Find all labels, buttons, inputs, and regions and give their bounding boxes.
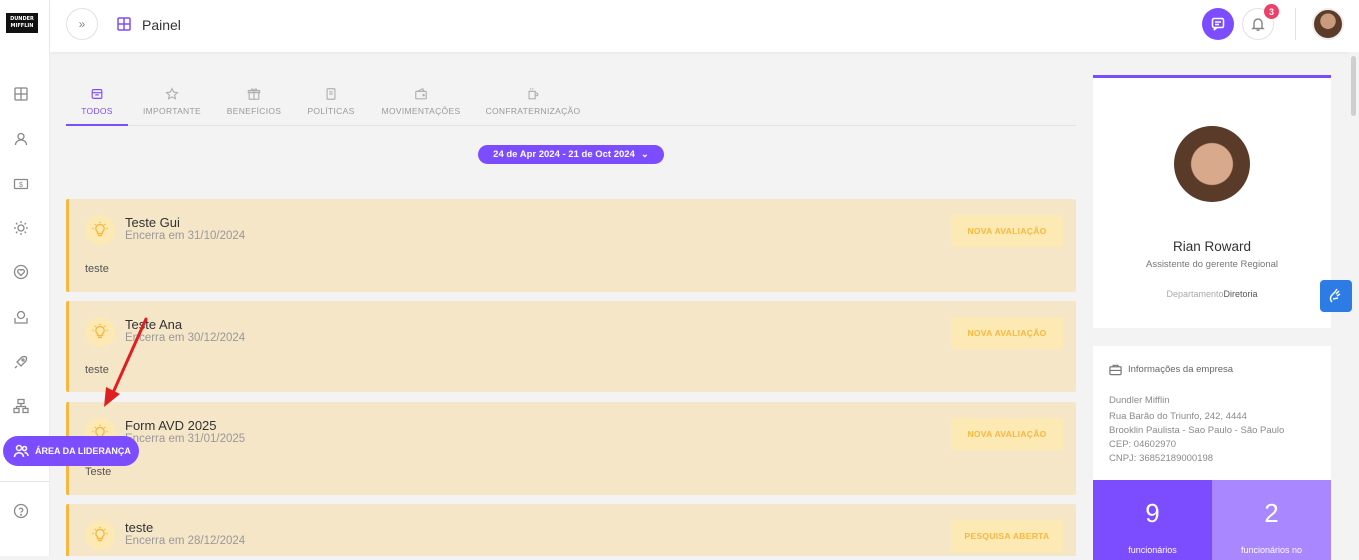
heart-icon[interactable] (12, 263, 30, 281)
tab-confraternizacao[interactable]: CONFRATERNIZAÇÃO (485, 84, 581, 126)
tab-movimentacoes[interactable]: MOVIMENTAÇÕES (382, 84, 460, 126)
sidebar: DUNDER MIFFLIN $ (0, 0, 50, 556)
feed-card[interactable]: Teste Ana Encerra em 30/12/2024 teste NO… (66, 301, 1076, 392)
leadership-area-label: ÁREA DA LIDERANÇA (35, 446, 131, 456)
stat-number: 2 (1264, 498, 1279, 528)
lightbulb-icon (85, 215, 115, 245)
profile-department: DepartamentoDiretoria (1093, 289, 1331, 299)
scrollbar-thumb[interactable] (1351, 56, 1356, 116)
rocket-icon[interactable] (12, 353, 30, 371)
expand-sidebar-button[interactable]: » (66, 8, 98, 40)
company-address: Rua Barão do Triunfo, 242, 4444 (1109, 411, 1247, 422)
company-cnpj: CNPJ: 36852189000198 (1109, 453, 1214, 464)
svg-text:$: $ (19, 182, 23, 189)
stat-label: funcionários (1128, 545, 1177, 555)
tab-label: BENEFÍCIOS (226, 106, 282, 116)
money-icon[interactable]: $ (12, 175, 30, 193)
card-title: Teste Gui (125, 215, 180, 230)
card-action-button[interactable]: NOVA AVALIAÇÃO (951, 215, 1063, 247)
user-avatar[interactable] (1312, 8, 1344, 40)
stat-label: funcionários no (1240, 545, 1303, 555)
people-icon (13, 444, 29, 458)
card-title: teste (125, 520, 154, 535)
feed-card[interactable]: Form AVD 2025 Encerra em 31/01/2025 Test… (66, 402, 1076, 495)
card-description: Teste (85, 466, 112, 478)
bell-icon (1251, 18, 1265, 32)
page-title: Painel (142, 17, 181, 33)
double-chevron-icon: » (78, 17, 86, 31)
card-action-button[interactable]: NOVA AVALIAÇÃO (951, 418, 1063, 450)
card-action-button[interactable]: NOVA AVALIAÇÃO (951, 317, 1063, 349)
card-deadline: Encerra em 31/01/2025 (125, 433, 246, 445)
top-bar-divider (1295, 8, 1296, 40)
card-action-button[interactable]: PESQUISA ABERTA (951, 520, 1063, 552)
notification-count-badge: 3 (1264, 4, 1279, 19)
profile-card: Rian Roward Assistente do gerente Region… (1093, 75, 1331, 328)
profile-name: Rian Roward (1172, 239, 1252, 254)
card-title: Teste Ana (125, 317, 183, 332)
company-info-title: Informações da empresa (1128, 364, 1234, 375)
tab-label: CONFRATERNIZAÇÃO (485, 106, 581, 116)
sidebar-divider (0, 481, 50, 482)
sign-language-icon (1329, 288, 1341, 303)
company-city: Brooklin Paulista - Sao Paulo - São Paul… (1109, 425, 1285, 436)
card-deadline: Encerra em 31/10/2024 (125, 230, 246, 242)
category-tabs: TODOS IMPORTANTE BENEFÍCIOS POLÍTICAS MO… (66, 84, 1076, 126)
tab-label: POLÍTICAS (307, 106, 355, 116)
user-icon[interactable] (12, 130, 30, 148)
feed-card[interactable]: Teste Gui Encerra em 31/10/2024 teste NO… (66, 199, 1076, 292)
dashboard-icon (116, 16, 132, 32)
document-icon (326, 88, 336, 100)
stat-number: 9 (1145, 498, 1160, 528)
dashboard-icon[interactable] (12, 85, 30, 103)
org-chart-icon[interactable] (12, 397, 30, 415)
employee-count-stat[interactable]: 9 funcionários (1093, 480, 1212, 560)
card-description: teste (85, 364, 109, 376)
inbox-icon (91, 89, 103, 99)
tab-todos[interactable]: TODOS (66, 84, 128, 126)
tab-label: MOVIMENTAÇÕES (381, 106, 461, 116)
card-deadline: Encerra em 30/12/2024 (125, 332, 246, 344)
card-title: Form AVD 2025 (125, 418, 217, 433)
card-description: teste (85, 263, 109, 275)
leadership-area-button[interactable]: ÁREA DA LIDERANÇA (3, 436, 139, 466)
briefcase-icon (1109, 364, 1122, 376)
profile-role: Assistente do gerente Regional (1145, 259, 1279, 270)
date-range-label: 24 de Apr 2024 - 21 de Oct 2024 (493, 149, 635, 160)
lightbulb-icon (85, 520, 115, 550)
card-deadline: Encerra em 28/12/2024 (125, 535, 246, 547)
profile-photo (1174, 126, 1250, 202)
tab-beneficios[interactable]: BENEFÍCIOS (226, 84, 282, 126)
top-bar: » Painel 3 (50, 0, 1359, 52)
sun-icon[interactable] (12, 219, 30, 237)
wallet-icon (415, 87, 427, 100)
company-name: Dundler Mifflin (1109, 395, 1170, 406)
mug-icon (528, 88, 539, 100)
inbox-money-icon[interactable] (12, 308, 30, 326)
tab-label: IMPORTANTE (143, 106, 201, 116)
tab-label: TODOS (81, 106, 113, 116)
company-logo[interactable]: DUNDER MIFFLIN (6, 13, 38, 33)
star-icon (165, 87, 179, 100)
chevron-down-icon: ⌄ (640, 149, 649, 160)
department-label: Departamento (1166, 289, 1224, 299)
employee-secondary-stat[interactable]: 2 funcionários no (1212, 480, 1331, 560)
company-info-heading: Informações da empresa (1109, 363, 1233, 376)
gift-icon (247, 88, 261, 100)
company-cep: CEP: 04602970 (1109, 439, 1177, 450)
help-icon[interactable] (12, 502, 30, 520)
feed-card[interactable]: teste Encerra em 28/12/2024 PESQUISA ABE… (66, 504, 1076, 556)
lightbulb-icon (85, 317, 115, 347)
accessibility-button[interactable] (1320, 280, 1352, 312)
department-value: Diretoria (1223, 289, 1258, 299)
chat-button[interactable] (1202, 8, 1234, 40)
tab-importante[interactable]: IMPORTANTE (142, 84, 202, 126)
tab-politicas[interactable]: POLÍTICAS (306, 84, 356, 126)
company-info-card: Informações da empresa Dundler Mifflin R… (1093, 346, 1331, 560)
chat-icon (1211, 17, 1225, 31)
date-range-picker[interactable]: 24 de Apr 2024 - 21 de Oct 2024 ⌄ (478, 145, 664, 164)
